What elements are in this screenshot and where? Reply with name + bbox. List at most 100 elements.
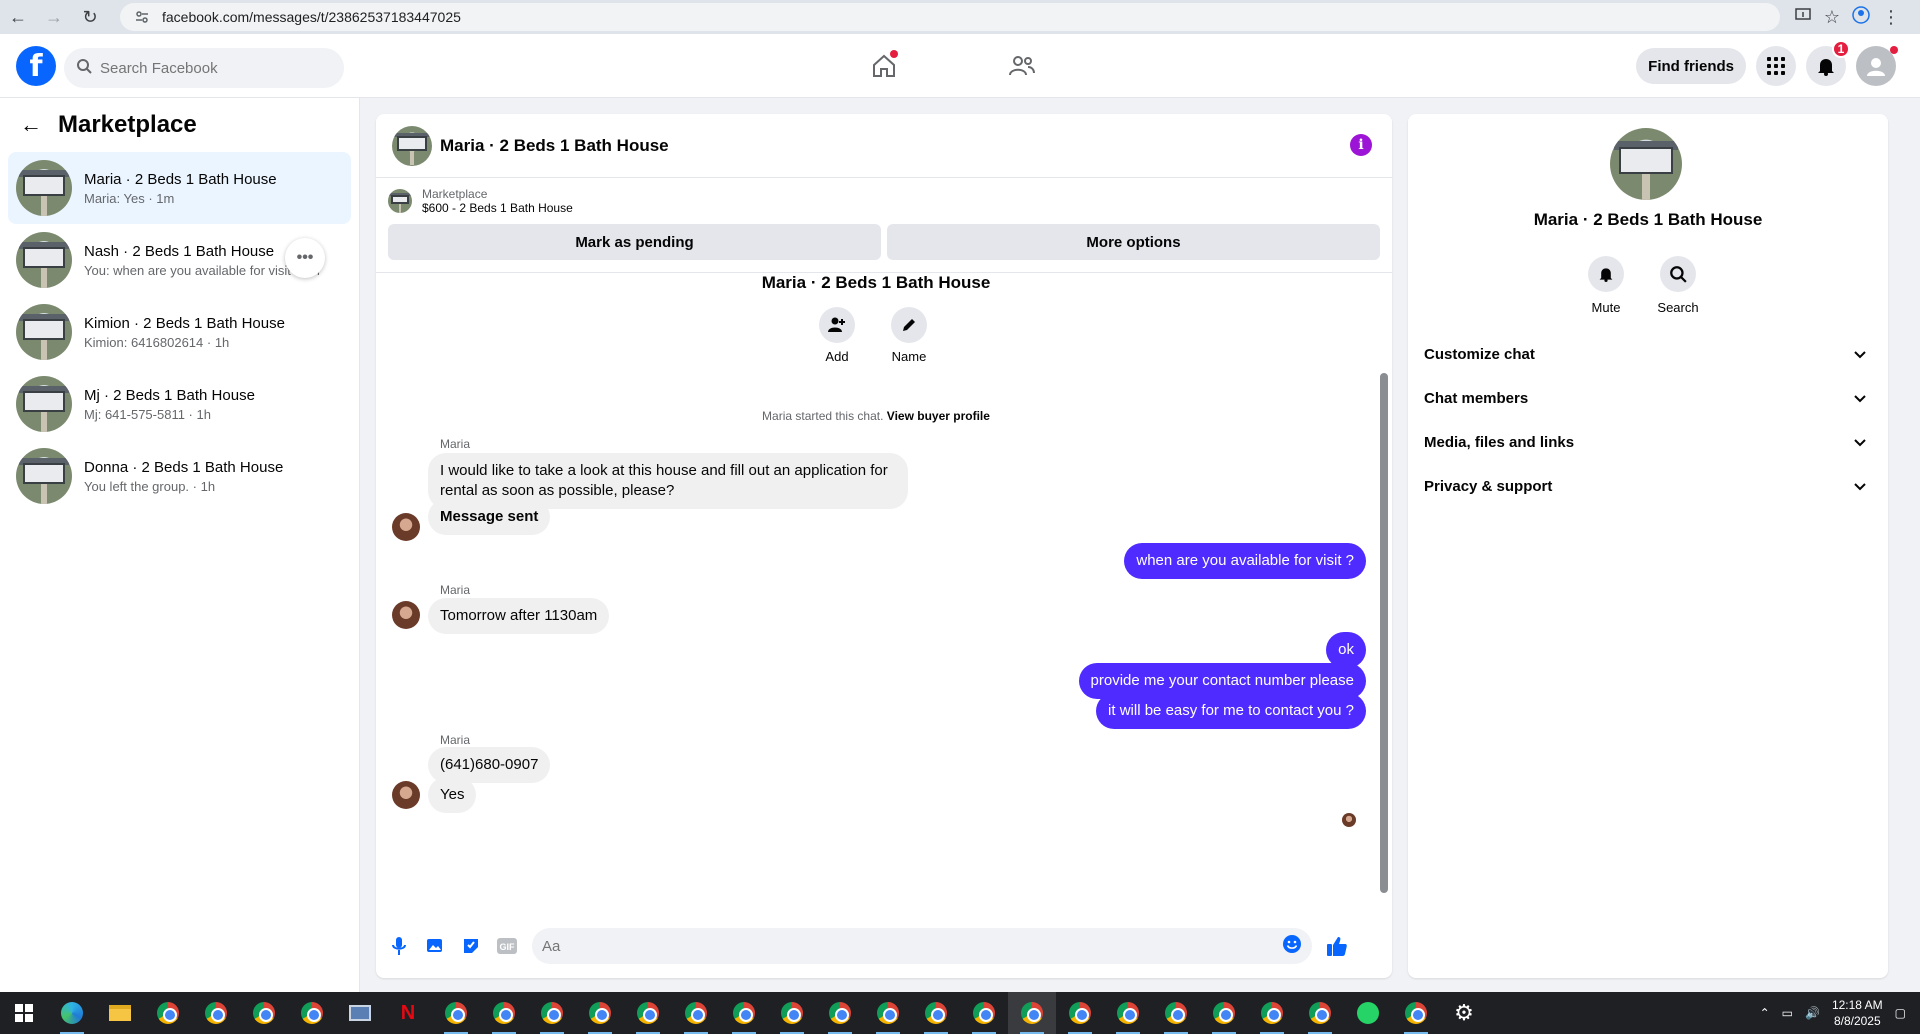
tray-chevron-up-icon[interactable]: ⌃ [1760,1006,1770,1020]
search-input[interactable] [100,59,320,77]
search-in-chat-button[interactable]: Search [1657,256,1699,315]
chrome-icon[interactable] [1296,992,1344,1034]
chrome-icon[interactable] [864,992,912,1034]
conversation-item[interactable]: Mj · 2 Beds 1 Bath House Mj: 641-575-581… [8,368,351,440]
settings-gear-icon[interactable]: ⚙ [1440,992,1488,1034]
file-explorer-icon[interactable] [96,992,144,1034]
profile-icon[interactable] [1852,5,1870,29]
conversation-item[interactable]: Kimion · 2 Beds 1 Bath House Kimion: 641… [8,296,351,368]
name-label: Name [891,349,927,364]
more-options-icon[interactable]: ••• [285,238,325,278]
chrome-icon[interactable] [720,992,768,1034]
chrome-icon[interactable] [480,992,528,1034]
name-chat-button[interactable]: Name [888,307,930,364]
add-person-icon [819,307,855,343]
facebook-logo-icon[interactable]: f [16,46,56,86]
customize-chat-section[interactable]: Customize chat [1424,332,1880,376]
conversation-name: Kimion · 2 Beds 1 Bath House [84,314,285,332]
incoming-message[interactable]: Yes [428,777,477,813]
install-app-icon[interactable] [1794,6,1812,29]
bookmark-star-icon[interactable]: ☆ [1824,7,1840,28]
back-arrow-icon[interactable]: ← [20,112,42,138]
reload-icon[interactable]: ↻ [72,0,108,34]
view-buyer-profile-link[interactable]: View buyer profile [887,409,990,423]
conversation-item[interactable]: Maria · 2 Beds 1 Bath House Maria: Yes ·… [8,152,351,224]
more-options-button[interactable]: More options [887,224,1380,260]
info-icon[interactable]: i [1350,134,1372,156]
chat-avatar[interactable] [392,125,432,166]
conversation-item[interactable]: Donna · 2 Beds 1 Bath House You left the… [8,440,351,512]
listing-banner[interactable]: Marketplace $600 - 2 Beds 1 Bath House [376,178,1392,224]
thumbs-up-icon[interactable] [1326,935,1348,957]
emoji-icon[interactable] [1282,934,1302,959]
conversation-preview: Maria: Yes · 1m [84,190,175,206]
action-center-icon[interactable]: ▢ [1895,1006,1906,1020]
chrome-icon[interactable] [912,992,960,1034]
mute-button[interactable]: Mute [1586,256,1626,315]
volume-icon[interactable]: 🔊 [1805,1006,1820,1020]
chrome-icon[interactable] [576,992,624,1034]
outgoing-message[interactable]: it will be easy for me to contact you ? [1096,693,1366,729]
chrome-icon[interactable] [960,992,1008,1034]
account-avatar[interactable] [1856,46,1898,86]
mark-as-pending-button[interactable]: Mark as pending [388,224,881,260]
gif-icon[interactable]: GIF [496,935,518,957]
chrome-icon[interactable] [240,992,288,1034]
notifications-bell-icon[interactable]: 1 [1806,40,1850,86]
chrome-icon[interactable] [624,992,672,1034]
sender-avatar[interactable] [392,601,420,629]
message-scrollbar[interactable] [1378,275,1388,915]
address-bar[interactable]: facebook.com/messages/t/2386253718344702… [120,3,1780,31]
edge-icon[interactable] [48,992,96,1034]
desktop-app-icon[interactable] [336,992,384,1034]
chrome-menu-icon[interactable]: ⋮ [1882,7,1900,28]
home-nav-icon[interactable] [860,44,908,88]
scrollbar-thumb[interactable] [1380,373,1388,893]
chrome-icon[interactable] [1152,992,1200,1034]
chrome-icon[interactable] [672,992,720,1034]
site-info-icon[interactable] [134,9,150,25]
whatsapp-icon[interactable] [1344,992,1392,1034]
message-input-wrapper[interactable] [532,928,1312,964]
chrome-icon[interactable] [816,992,864,1034]
microphone-icon[interactable] [388,935,410,957]
facebook-header: f Find friends 1 [0,34,1920,98]
sender-avatar[interactable] [392,781,420,809]
network-icon[interactable]: ▭ [1782,1006,1793,1020]
conversation-item[interactable]: Nash · 2 Beds 1 Bath House You: when are… [8,224,351,296]
back-icon[interactable]: ← [0,0,36,34]
chrome-icon[interactable] [1200,992,1248,1034]
chat-members-section[interactable]: Chat members [1424,376,1880,420]
chrome-icon[interactable] [768,992,816,1034]
chrome-icon[interactable] [144,992,192,1034]
start-windows-icon[interactable] [0,992,48,1034]
netflix-icon[interactable]: N [384,992,432,1034]
facebook-search[interactable] [64,48,344,88]
find-friends-button[interactable]: Find friends [1636,48,1746,84]
menu-grid-icon[interactable] [1756,46,1796,86]
clock[interactable]: 12:18 AM 8/8/2025 [1832,997,1883,1029]
add-member-button[interactable]: Add [816,307,858,364]
photo-attach-icon[interactable] [424,935,446,957]
privacy-support-section[interactable]: Privacy & support [1424,464,1880,508]
chrome-icon[interactable] [1392,992,1440,1034]
chrome-icon[interactable] [528,992,576,1034]
incoming-message[interactable]: Tomorrow after 1130am [428,598,610,634]
chrome-icon[interactable] [192,992,240,1034]
chrome-icon[interactable] [288,992,336,1034]
chat-profile-image[interactable] [1610,128,1682,200]
media-files-links-section[interactable]: Media, files and links [1424,420,1880,464]
sender-avatar[interactable] [392,513,420,541]
chrome-icon[interactable] [1248,992,1296,1034]
chrome-icon-active[interactable] [1008,992,1056,1034]
friends-nav-icon[interactable] [998,44,1046,88]
sticker-icon[interactable] [460,935,482,957]
chrome-icon[interactable] [1104,992,1152,1034]
outgoing-message[interactable]: when are you available for visit ? [1124,543,1366,579]
message-input[interactable] [542,937,1242,955]
incoming-message[interactable]: Message sent [428,499,551,535]
chat-title[interactable]: Maria · 2 Beds 1 Bath House [440,136,669,156]
forward-icon[interactable]: → [36,0,72,34]
chrome-icon[interactable] [1056,992,1104,1034]
chrome-icon[interactable] [432,992,480,1034]
